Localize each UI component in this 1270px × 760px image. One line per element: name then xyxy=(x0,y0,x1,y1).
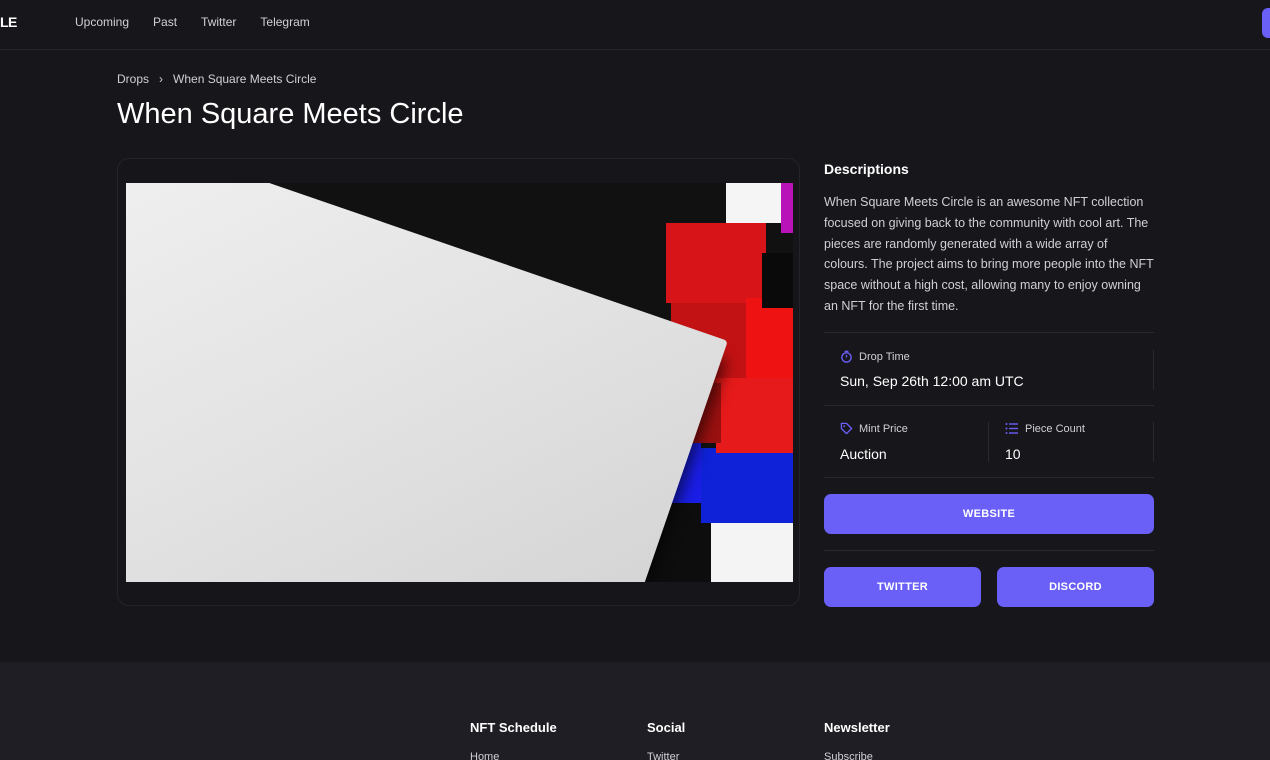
footer-link-subscribe[interactable]: Subscribe xyxy=(824,751,890,760)
nav-link-upcoming[interactable]: Upcoming xyxy=(75,15,129,29)
mint-price-label-text: Mint Price xyxy=(859,422,908,435)
footer-column-newsletter: Newsletter Subscribe xyxy=(824,720,890,760)
divider xyxy=(824,550,1154,551)
discord-button[interactable]: DISCORD xyxy=(997,567,1154,607)
drop-time-label: Drop Time xyxy=(840,350,910,363)
footer-column-social: Social Twitter xyxy=(647,720,685,760)
divider xyxy=(824,477,1154,478)
divider xyxy=(1153,422,1154,462)
description-text: When Square Meets Circle is an awesome N… xyxy=(824,195,1154,313)
artwork-card xyxy=(117,158,800,606)
twitter-button[interactable]: TWITTER xyxy=(824,567,981,607)
stopwatch-icon xyxy=(840,350,853,363)
footer-heading: Social xyxy=(647,720,686,735)
mint-price-label: Mint Price xyxy=(840,422,908,435)
piece-count-value: 10 xyxy=(1005,446,1021,462)
breadcrumb-link-drops[interactable]: Drops xyxy=(117,72,149,86)
nav-link-telegram[interactable]: Telegram xyxy=(260,15,309,29)
page-title: When Square Meets Circle xyxy=(117,98,464,130)
divider xyxy=(988,422,989,462)
divider xyxy=(824,332,1154,333)
footer-column-nft-schedule: NFT Schedule Home xyxy=(470,720,557,760)
nav-link-twitter[interactable]: Twitter xyxy=(201,15,236,29)
top-navigation-bar: LE Upcoming Past Twitter Telegram xyxy=(0,0,1270,50)
divider xyxy=(1153,350,1154,390)
descriptions-heading: Descriptions xyxy=(824,161,909,177)
tag-icon xyxy=(840,422,853,435)
nav-link-past[interactable]: Past xyxy=(153,15,177,29)
piece-count-label-text: Piece Count xyxy=(1025,422,1085,435)
website-button[interactable]: WEBSITE xyxy=(824,494,1154,534)
list-icon xyxy=(1005,422,1019,435)
drop-time-label-text: Drop Time xyxy=(859,350,910,363)
divider xyxy=(824,405,1154,406)
artwork-image xyxy=(126,183,793,582)
footer-link-home[interactable]: Home xyxy=(470,751,557,760)
main-nav: Upcoming Past Twitter Telegram xyxy=(75,15,310,29)
site-logo[interactable]: LE xyxy=(0,14,17,30)
breadcrumb-separator: › xyxy=(159,72,164,86)
piece-count-label: Piece Count xyxy=(1005,422,1085,435)
footer-heading: Newsletter xyxy=(824,720,890,735)
drop-time-value: Sun, Sep 26th 12:00 am UTC xyxy=(840,373,1024,389)
footer: NFT Schedule Home Social Twitter Newslet… xyxy=(0,662,1270,760)
canvas-artwork-mockup xyxy=(126,183,728,582)
footer-link-twitter[interactable]: Twitter xyxy=(647,751,685,760)
mint-price-value: Auction xyxy=(840,446,887,462)
breadcrumb-current: When Square Meets Circle xyxy=(173,72,317,86)
header-action-button[interactable] xyxy=(1262,8,1270,38)
breadcrumb: Drops › When Square Meets Circle xyxy=(117,72,316,86)
footer-heading: NFT Schedule xyxy=(470,720,557,735)
